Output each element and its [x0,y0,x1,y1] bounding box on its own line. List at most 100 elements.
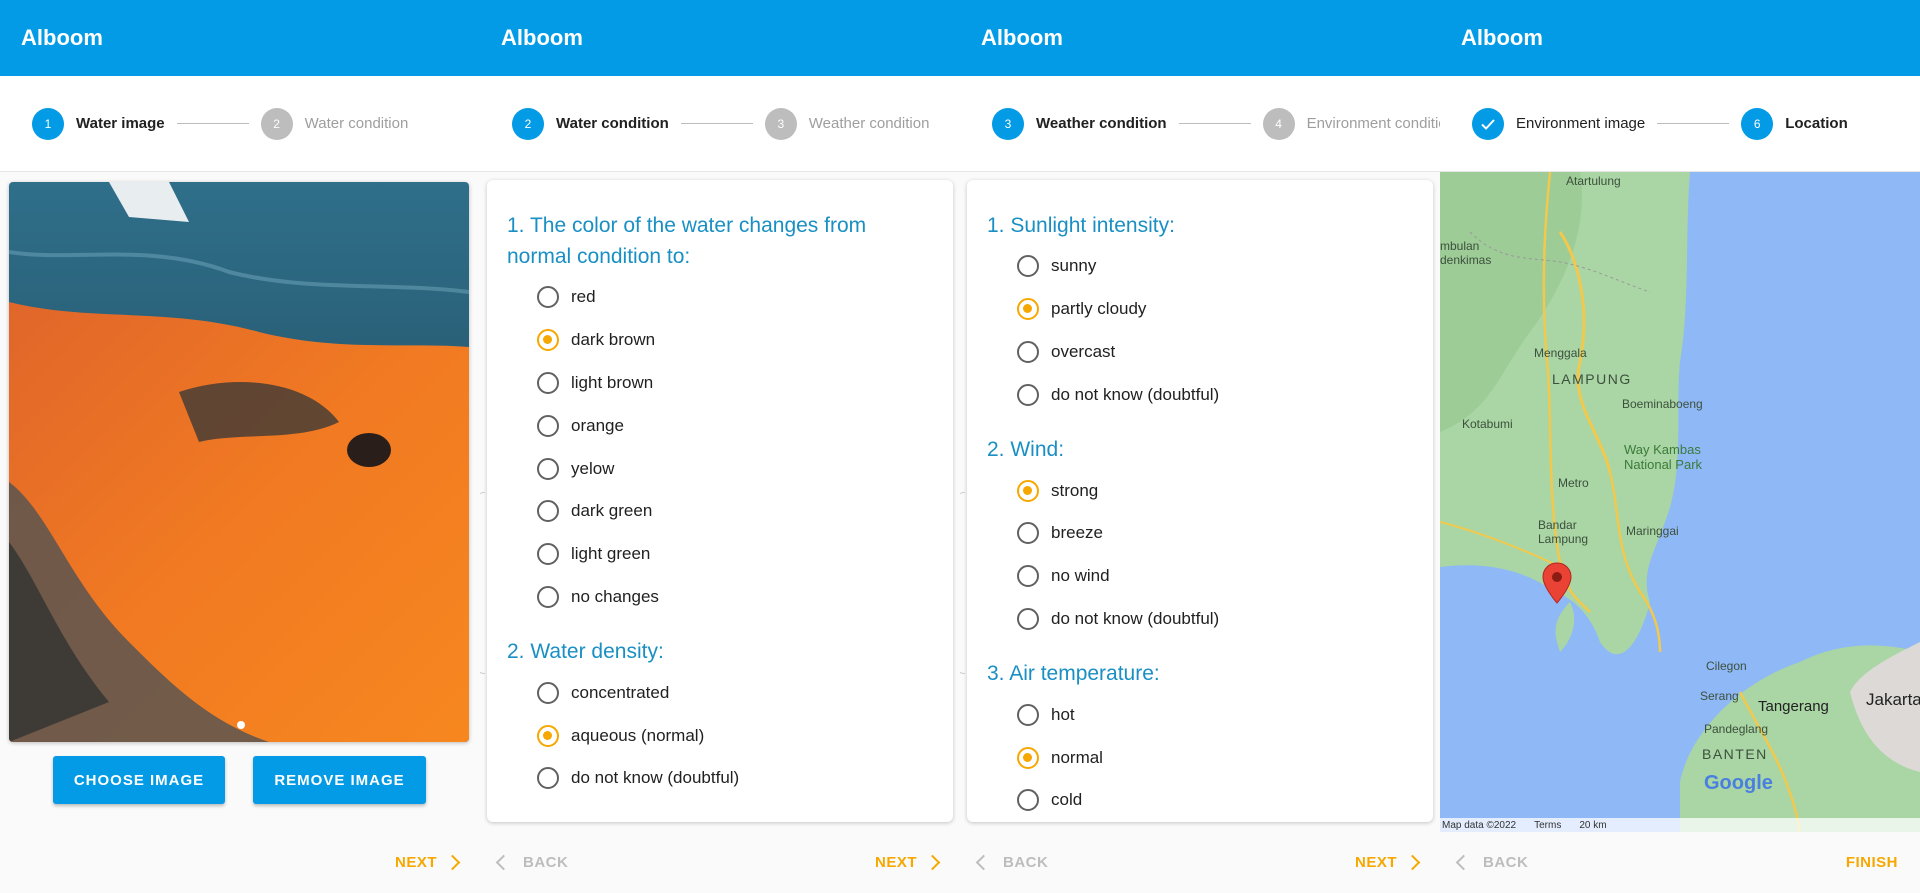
radio-button[interactable] [1017,789,1039,812]
radio-button[interactable] [1017,746,1039,769]
step-weather-condition[interactable]: 3 Weather condition [764,107,929,140]
radio-option[interactable]: normal [987,736,1413,779]
question-title: 1. Sunlight intensity: [987,214,1175,237]
back-button[interactable]: BACK [494,854,568,871]
radio-button[interactable] [537,543,559,566]
radio-button[interactable] [537,457,559,480]
map-view[interactable]: Atartulung mbulan denkimas Menggala LAMP… [1440,172,1920,832]
option-label: dark green [571,501,653,521]
radio-option[interactable]: sunny [987,245,1413,288]
radio-button[interactable] [537,767,559,790]
radio-option[interactable]: light green [507,533,933,576]
question-card: 1. Sunlight intensity: sunny partly clou… [967,180,1433,822]
step-number: 3 [992,107,1024,140]
radio-button[interactable] [537,585,559,608]
image-carousel[interactable] [9,182,469,742]
step-water-condition[interactable]: 2 Water condition [260,107,408,140]
map-label: Kotabumi [1462,417,1513,431]
map-label: Atartulung [1566,174,1621,188]
radio-button[interactable] [537,329,559,352]
back-label: BACK [523,854,569,871]
app-bar: Alboom [0,0,480,76]
radio-button[interactable] [537,724,559,747]
map-pin-icon[interactable] [1542,562,1572,604]
step-connector [176,123,249,124]
map-terms-link[interactable]: Terms [1534,820,1561,831]
radio-button[interactable] [537,681,559,704]
map-terrain [1440,172,1920,832]
radio-option[interactable]: dark brown [507,319,933,362]
radio-button[interactable] [1017,383,1039,406]
screen-weather-condition: Alboom 3 Weather condition 4 Environment… [960,0,1440,893]
radio-option[interactable]: no changes [507,576,933,619]
option-label: do not know (doubtful) [1051,384,1220,404]
radio-option[interactable]: concentrated [507,671,933,714]
radio-option[interactable]: strong [987,469,1413,512]
radio-button[interactable] [1017,522,1039,545]
radio-option[interactable]: orange [507,404,933,447]
step-environment-condition[interactable]: 4 Environment condition [1262,107,1440,140]
radio-option[interactable]: red [507,276,933,319]
radio-option[interactable]: yelow [507,447,933,490]
option-label: breeze [1051,523,1103,543]
next-button[interactable]: NEXT [395,854,461,871]
option-label: aqueous (normal) [571,725,705,745]
app-bar: Alboom [1440,0,1920,76]
radio-button[interactable] [537,286,559,309]
option-label: light green [571,544,651,564]
step-number: 2 [512,107,544,140]
option-label: hot [1051,704,1075,724]
step-water-image[interactable]: 1 Water image [32,107,165,140]
back-button[interactable]: BACK [1454,854,1528,871]
step-number: 6 [1741,107,1774,140]
step-water-condition[interactable]: 2 Water condition [512,107,669,140]
step-label: Location [1785,115,1848,132]
step-environment-image[interactable]: Environment image [1472,107,1645,140]
chevron-left-icon [495,854,512,871]
radio-button[interactable] [1017,340,1039,363]
carousel-dot[interactable] [237,721,245,729]
back-label: BACK [1003,854,1049,871]
radio-button[interactable] [1017,703,1039,726]
step-number: 2 [260,107,293,140]
radio-option[interactable]: dark green [507,490,933,533]
radio-option[interactable]: no wind [987,555,1413,598]
radio-option[interactable]: do not know (doubtful) [987,598,1413,641]
step-location[interactable]: 6 Location [1741,107,1848,140]
radio-button[interactable] [1017,298,1039,321]
radio-option[interactable]: light brown [507,362,933,405]
step-label: Water condition [556,115,669,132]
radio-option[interactable]: breeze [987,512,1413,555]
step-weather-condition[interactable]: 3 Weather condition [992,107,1167,140]
chevron-right-icon [444,854,461,871]
water-photo [9,182,469,742]
finish-button[interactable]: FINISH [1846,854,1898,871]
option-label: red [571,287,596,307]
radio-button[interactable] [1017,607,1039,630]
radio-option[interactable]: do not know (doubtful) [507,757,933,800]
radio-option[interactable]: hot [987,693,1413,736]
map-label: mbulan [1440,239,1480,253]
radio-option[interactable]: partly cloudy [987,288,1413,331]
radio-button[interactable] [537,371,559,394]
map-label: Boeminaboeng [1622,397,1703,411]
choose-image-button[interactable]: CHOOSE IMAGE [53,756,225,804]
back-label: BACK [1483,854,1529,871]
radio-button[interactable] [537,414,559,437]
finish-label: FINISH [1845,854,1898,871]
next-button[interactable]: NEXT [875,854,941,871]
radio-option[interactable]: overcast [987,331,1413,374]
radio-option[interactable]: do not know (doubtful) [987,373,1413,416]
screen-location: Alboom Environment image 6 Location Atar… [1440,0,1920,893]
radio-button[interactable] [1017,565,1039,588]
next-button[interactable]: NEXT [1355,854,1421,871]
back-button[interactable]: BACK [974,854,1048,871]
radio-option[interactable]: aqueous (normal) [507,714,933,757]
map-label: Lampung [1538,532,1589,546]
remove-image-button[interactable]: REMOVE IMAGE [253,756,426,804]
radio-button[interactable] [1017,255,1039,278]
radio-option[interactable]: cold [987,779,1413,822]
radio-button[interactable] [1017,479,1039,502]
radio-button[interactable] [537,500,559,523]
screen-water-condition: Alboom 2 Water condition 3 Weather condi… [480,0,960,893]
